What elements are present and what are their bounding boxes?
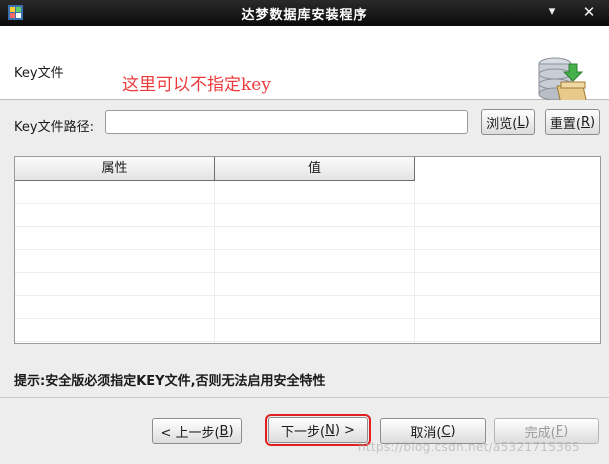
key-path-input[interactable] [105, 110, 468, 134]
reset-mnemonic: R [580, 114, 591, 130]
window-title: 达梦数据库安装程序 [241, 8, 368, 23]
database-install-icon [538, 57, 588, 105]
security-hint: 提示:安全版必须指定KEY文件,否则无法启用安全特性 [14, 374, 326, 389]
finish-label-suffix: ) [563, 423, 569, 439]
title-bar: 达梦数据库安装程序 ▾ ✕ [0, 0, 609, 26]
reset-label-suffix: ) [590, 114, 596, 130]
close-button[interactable]: ✕ [582, 5, 596, 20]
table-row [15, 181, 600, 204]
reset-label-prefix: 重置( [549, 116, 581, 132]
next-mnemonic: N [325, 422, 335, 438]
prev-label-suffix: ) [228, 423, 234, 439]
table-row [15, 273, 600, 296]
previous-button[interactable]: < 上一步(B) [152, 418, 242, 444]
finish-mnemonic: F [555, 423, 564, 439]
step-title: Key文件 [14, 66, 64, 81]
table-header: 属性 值 [15, 157, 415, 181]
table-row [15, 250, 600, 273]
watermark: https://blog.csdn.net/a5321715365 [358, 440, 580, 454]
finish-label-prefix: 完成( [524, 425, 556, 441]
table-row [15, 296, 600, 319]
next-label-prefix: 下一步( [281, 424, 326, 440]
browse-mnemonic: L [517, 114, 525, 130]
wizard-header: Key文件 这里可以不指定key [0, 26, 609, 105]
table-row [15, 204, 600, 227]
table-row [15, 319, 600, 342]
prev-mnemonic: B [219, 423, 229, 439]
key-properties-table[interactable]: 属性 值 [14, 156, 601, 344]
cancel-mnemonic: C [441, 423, 451, 439]
table-row [15, 227, 600, 250]
minimize-button[interactable]: ▾ [545, 5, 559, 19]
browse-label-prefix: 浏览( [486, 116, 518, 132]
column-header-value[interactable]: 值 [215, 157, 415, 181]
prev-label-prefix: < 上一步( [160, 425, 220, 441]
next-label-suffix: ) > [334, 422, 355, 438]
reset-button[interactable]: 重置(R) [545, 109, 600, 135]
column-header-attribute[interactable]: 属性 [15, 157, 215, 181]
table-body [15, 181, 600, 343]
content-panel: Key文件路径: 浏览(L) 重置(R) 属性 值 提示:安全版必须指定KEY文… [0, 100, 609, 397]
cancel-label-suffix: ) [450, 423, 456, 439]
annotation-text: 这里可以不指定key [122, 75, 271, 95]
browse-button[interactable]: 浏览(L) [481, 109, 535, 135]
browse-label-suffix: ) [524, 114, 530, 130]
next-button[interactable]: 下一步(N) > [265, 414, 371, 446]
cancel-label-prefix: 取消( [410, 425, 442, 441]
key-path-label: Key文件路径: [14, 120, 94, 135]
